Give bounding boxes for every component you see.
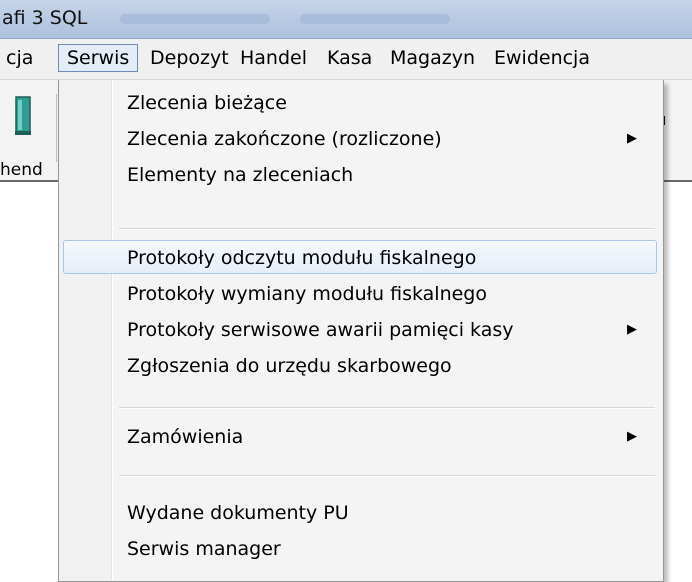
title-bar: afi 3 SQL xyxy=(0,0,692,39)
submenu-arrow-icon: ▶ xyxy=(627,131,637,146)
menu-entry-wydane-dokumenty-pu[interactable]: Wydane dokumenty PU xyxy=(63,496,657,530)
menu-separator xyxy=(119,407,655,409)
document-icon xyxy=(15,96,31,135)
menu-entry-label: Zamówienia xyxy=(127,426,244,448)
menu-entry-zamowienia[interactable]: Zamówienia ▶ xyxy=(63,420,657,454)
serwis-dropdown-menu: Zlecenia bieżące Zlecenia zakończone (ro… xyxy=(58,80,664,582)
window-title: afi 3 SQL xyxy=(2,7,88,29)
menu-entry-label: Protokoły serwisowe awarii pamięci kasy xyxy=(127,319,514,341)
title-blur-decoration xyxy=(300,14,450,24)
menu-item-magazyn[interactable]: Magazyn xyxy=(382,44,483,72)
menu-entry-label: Zlecenia bieżące xyxy=(127,92,287,114)
menu-item-kasa[interactable]: Kasa xyxy=(319,44,380,72)
menu-entry-protokoly-odczytu[interactable]: Protokoły odczytu modułu fiskalnego xyxy=(63,240,657,274)
menu-entry-zlecenia-zakonczone[interactable]: Zlecenia zakończone (rozliczone) ▶ xyxy=(63,122,657,156)
menu-entry-elementy-na-zleceniach[interactable]: Elementy na zleceniach xyxy=(63,158,657,192)
menu-separator xyxy=(119,228,655,230)
menu-entry-protokoly-serwisowe[interactable]: Protokoły serwisowe awarii pamięci kasy … xyxy=(63,313,657,347)
menu-entry-label: Zlecenia zakończone (rozliczone) xyxy=(127,128,442,150)
menu-entry-zgloszenia-us[interactable]: Zgłoszenia do urzędu skarbowego xyxy=(63,349,657,383)
menu-item-ewidencja[interactable]: Ewidencja xyxy=(486,44,598,72)
menu-entry-protokoly-wymiany[interactable]: Protokoły wymiany modułu fiskalnego xyxy=(63,277,657,311)
menu-entry-label: Protokoły odczytu modułu fiskalnego xyxy=(127,247,477,269)
menu-entry-zlecenia-biezace[interactable]: Zlecenia bieżące xyxy=(63,86,657,120)
menu-separator xyxy=(119,475,655,477)
title-blur-decoration xyxy=(120,14,270,24)
menu-item-serwis[interactable]: Serwis xyxy=(58,44,139,72)
toolbar-separator xyxy=(56,94,57,162)
menu-item-handel[interactable]: Handel xyxy=(232,44,315,72)
menu-entry-label: Zgłoszenia do urzędu skarbowego xyxy=(127,355,452,377)
submenu-arrow-icon: ▶ xyxy=(627,429,637,444)
menu-bar: cja Serwis Depozyt Handel Kasa Magazyn E… xyxy=(0,39,692,80)
menu-item-cja[interactable]: cja xyxy=(0,44,41,72)
menu-item-depozyt[interactable]: Depozyt xyxy=(142,44,237,72)
menu-entry-label: Wydane dokumenty PU xyxy=(127,502,349,524)
toolbar-button-label[interactable]: hend xyxy=(0,160,56,180)
menu-entry-label: Serwis manager xyxy=(127,538,281,560)
menu-entry-label: Elementy na zleceniach xyxy=(127,164,354,186)
menu-entry-label: Protokoły wymiany modułu fiskalnego xyxy=(127,283,487,305)
toolbar-button-icon[interactable] xyxy=(14,95,34,135)
menu-entry-serwis-manager[interactable]: Serwis manager xyxy=(63,532,657,566)
submenu-arrow-icon: ▶ xyxy=(627,322,637,337)
